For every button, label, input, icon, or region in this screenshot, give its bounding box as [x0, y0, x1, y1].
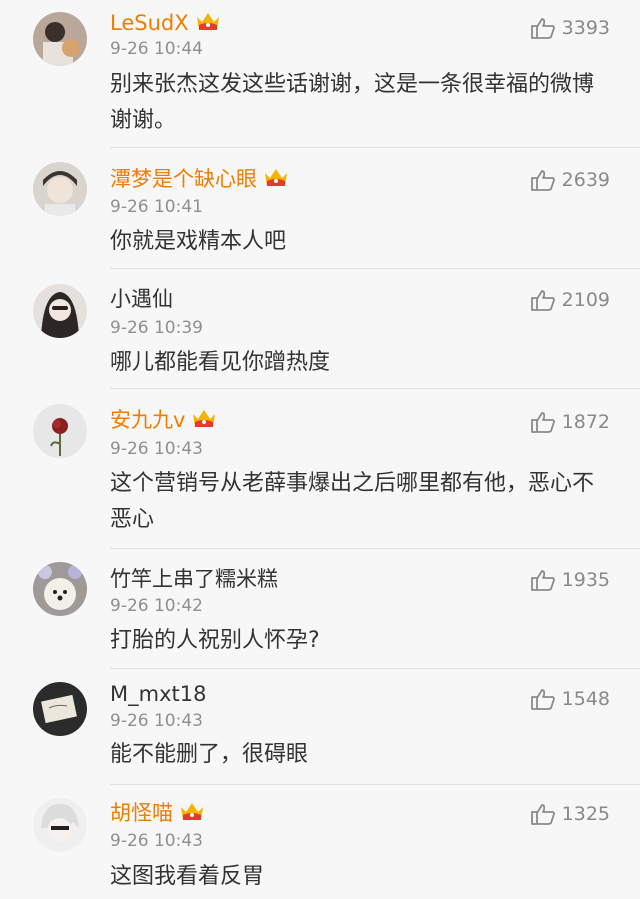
- crown-icon: [179, 800, 205, 824]
- comment-text: 这图我看着反胃: [110, 864, 265, 889]
- timestamp: 9-26 10:42: [110, 596, 203, 616]
- comment-text: 你就是戏精本人吧: [110, 229, 287, 254]
- comment-item: 竹竿上串了糯米糕 9-26 10:42 打胎的人祝别人怀孕? 1935: [0, 548, 640, 669]
- comment-text: 哪儿都能看见你蹭热度: [110, 350, 331, 375]
- comment-item: 小遇仙 9-26 10:39 哪儿都能看见你蹭热度 2109: [0, 268, 640, 389]
- crown-icon: [191, 407, 217, 431]
- avatar[interactable]: [33, 682, 87, 736]
- avatar[interactable]: [33, 284, 87, 338]
- like-count: 1548: [561, 688, 610, 710]
- thumbs-up-icon: [530, 689, 555, 710]
- thumbs-up-icon: [530, 170, 555, 191]
- avatar[interactable]: [33, 12, 87, 66]
- like-button[interactable]: 2639: [530, 168, 610, 192]
- avatar[interactable]: [33, 404, 87, 458]
- username[interactable]: 竹竿上串了糯米糕: [110, 566, 278, 592]
- username[interactable]: LeSudX: [110, 10, 221, 36]
- username[interactable]: 潭梦是个缺心眼: [110, 166, 289, 192]
- timestamp: 9-26 10:41: [110, 197, 203, 217]
- like-count: 1325: [561, 803, 610, 825]
- comment-text: 别来张杰这发这些话谢谢，这是一条很幸福的微博谢谢。: [110, 72, 595, 133]
- timestamp: 9-26 10:39: [110, 318, 203, 338]
- comment-item: 安九九v 9-26 10:43 这个营销号从老薛事爆出之后哪里都有他，恶心不恶心…: [0, 388, 640, 549]
- timestamp: 9-26 10:43: [110, 711, 203, 731]
- comment-text: 这个营销号从老薛事爆出之后哪里都有他，恶心不恶心: [110, 471, 595, 532]
- timestamp: 9-26 10:43: [110, 831, 203, 851]
- like-count: 3393: [561, 17, 610, 39]
- like-button[interactable]: 3393: [530, 16, 610, 40]
- thumbs-up-icon: [530, 290, 555, 311]
- like-button[interactable]: 1872: [530, 410, 610, 434]
- like-button[interactable]: 1548: [530, 687, 610, 711]
- comment-list: LeSudX 9-26 10:44 别来张杰这发这些话谢谢，这是一条很幸福的微博…: [0, 0, 640, 899]
- comment-text: 能不能删了，很碍眼: [110, 742, 309, 767]
- like-count: 1935: [561, 569, 610, 591]
- timestamp: 9-26 10:44: [110, 39, 203, 59]
- timestamp: 9-26 10:43: [110, 439, 203, 459]
- avatar[interactable]: [33, 562, 87, 616]
- crown-icon: [195, 10, 221, 34]
- username[interactable]: 安九九v: [110, 407, 217, 433]
- thumbs-up-icon: [530, 570, 555, 591]
- username[interactable]: 胡怪喵: [110, 800, 205, 826]
- comment-item: LeSudX 9-26 10:44 别来张杰这发这些话谢谢，这是一条很幸福的微博…: [0, 0, 640, 148]
- like-button[interactable]: 1325: [530, 802, 610, 826]
- thumbs-up-icon: [530, 412, 555, 433]
- like-count: 2639: [561, 169, 610, 191]
- comment-item: 胡怪喵 9-26 10:43 这图我看着反胃 1325: [0, 784, 640, 899]
- comment-text: 打胎的人祝别人怀孕?: [110, 628, 320, 653]
- thumbs-up-icon: [530, 18, 555, 39]
- avatar[interactable]: [33, 798, 87, 852]
- username[interactable]: 小遇仙: [110, 286, 173, 312]
- like-count: 1872: [561, 411, 610, 433]
- like-button[interactable]: 1935: [530, 568, 610, 592]
- comment-item: 潭梦是个缺心眼 9-26 10:41 你就是戏精本人吧 2639: [0, 148, 640, 269]
- like-button[interactable]: 2109: [530, 288, 610, 312]
- avatar[interactable]: [33, 162, 87, 216]
- username[interactable]: M_mxt18: [110, 681, 206, 707]
- like-count: 2109: [561, 289, 610, 311]
- comment-item: M_mxt18 9-26 10:43 能不能删了，很碍眼 1548: [0, 668, 640, 785]
- thumbs-up-icon: [530, 804, 555, 825]
- crown-icon: [263, 166, 289, 190]
